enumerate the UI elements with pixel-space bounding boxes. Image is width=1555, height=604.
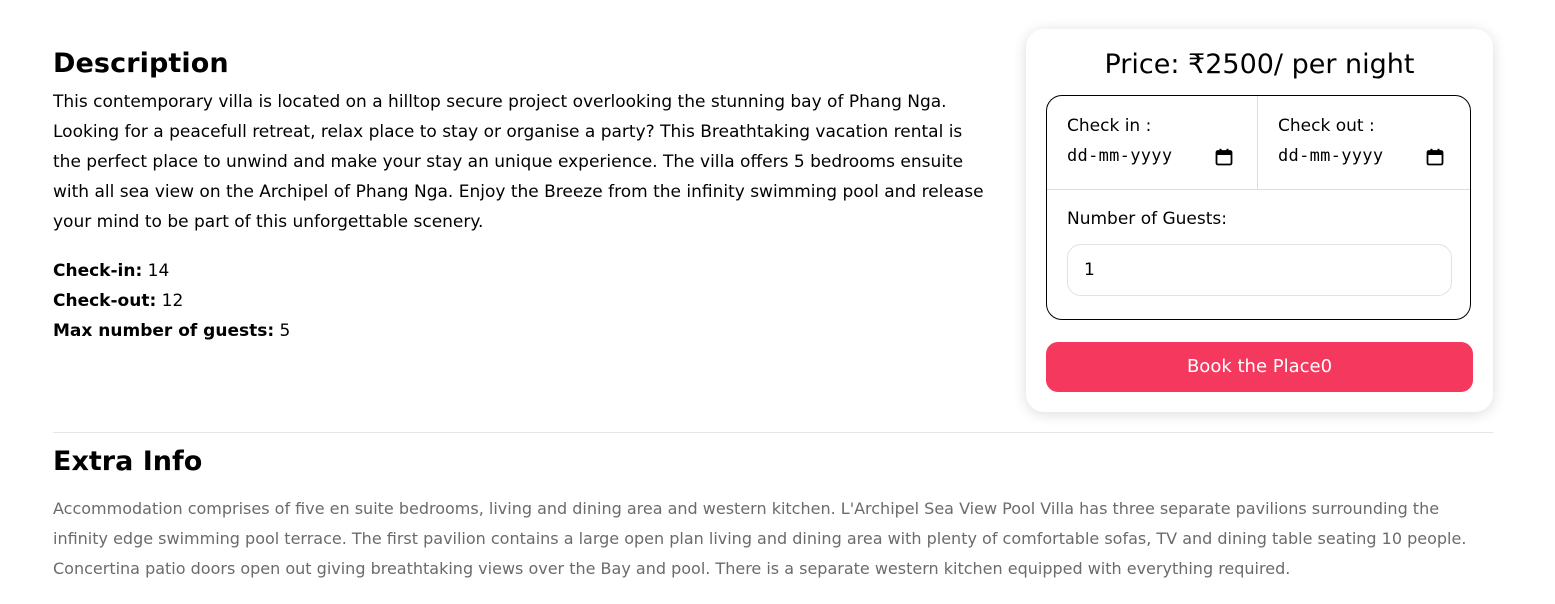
stay-facts: Check-in: 14 Check-out: 12 Max number of… — [53, 256, 290, 346]
checkout-date-input[interactable]: dd-mm-yyyy — [1278, 146, 1383, 166]
description-title: Description — [53, 48, 229, 79]
checkin-fact-label: Check-in: — [53, 261, 143, 281]
checkin-date-label: Check in : — [1067, 116, 1152, 136]
description-text: This contemporary villa is located on a … — [53, 92, 984, 232]
price-label: Price: ₹2500/ per night — [1104, 49, 1415, 80]
calendar-icon[interactable] — [1426, 148, 1444, 166]
book-button[interactable]: Book the Place0 — [1046, 342, 1473, 392]
checkin-date-input[interactable]: dd-mm-yyyy — [1067, 146, 1172, 166]
section-divider — [53, 432, 1493, 433]
extra-info-title: Extra Info — [53, 446, 203, 477]
checkin-date-cell: Check in : dd-mm-yyyy — [1047, 96, 1258, 189]
checkin-fact-value: 14 — [142, 261, 170, 281]
checkout-date-cell: Check out : dd-mm-yyyy — [1258, 96, 1471, 189]
booking-form: Check in : dd-mm-yyyy Check out : dd-mm-… — [1046, 95, 1471, 320]
checkout-date-label: Check out : — [1278, 116, 1375, 136]
booking-card: Price: ₹2500/ per night Check in : dd-mm… — [1026, 29, 1493, 412]
checkout-fact-label: Check-out: — [53, 291, 157, 311]
max-guests-fact-label: Max number of guests: — [53, 321, 275, 341]
max-guests-fact: Max number of guests: 5 — [53, 316, 290, 346]
calendar-icon[interactable] — [1215, 148, 1233, 166]
checkout-fact: Check-out: 12 — [53, 286, 290, 316]
extra-info-text: Accommodation comprises of five en suite… — [53, 499, 1467, 578]
checkout-fact-value: 12 — [156, 291, 184, 311]
guests-label: Number of Guests: — [1067, 209, 1227, 229]
max-guests-fact-value: 5 — [274, 321, 291, 341]
form-divider — [1047, 189, 1470, 190]
checkin-fact: Check-in: 14 — [53, 256, 290, 286]
guests-input[interactable]: 1 — [1067, 244, 1452, 296]
